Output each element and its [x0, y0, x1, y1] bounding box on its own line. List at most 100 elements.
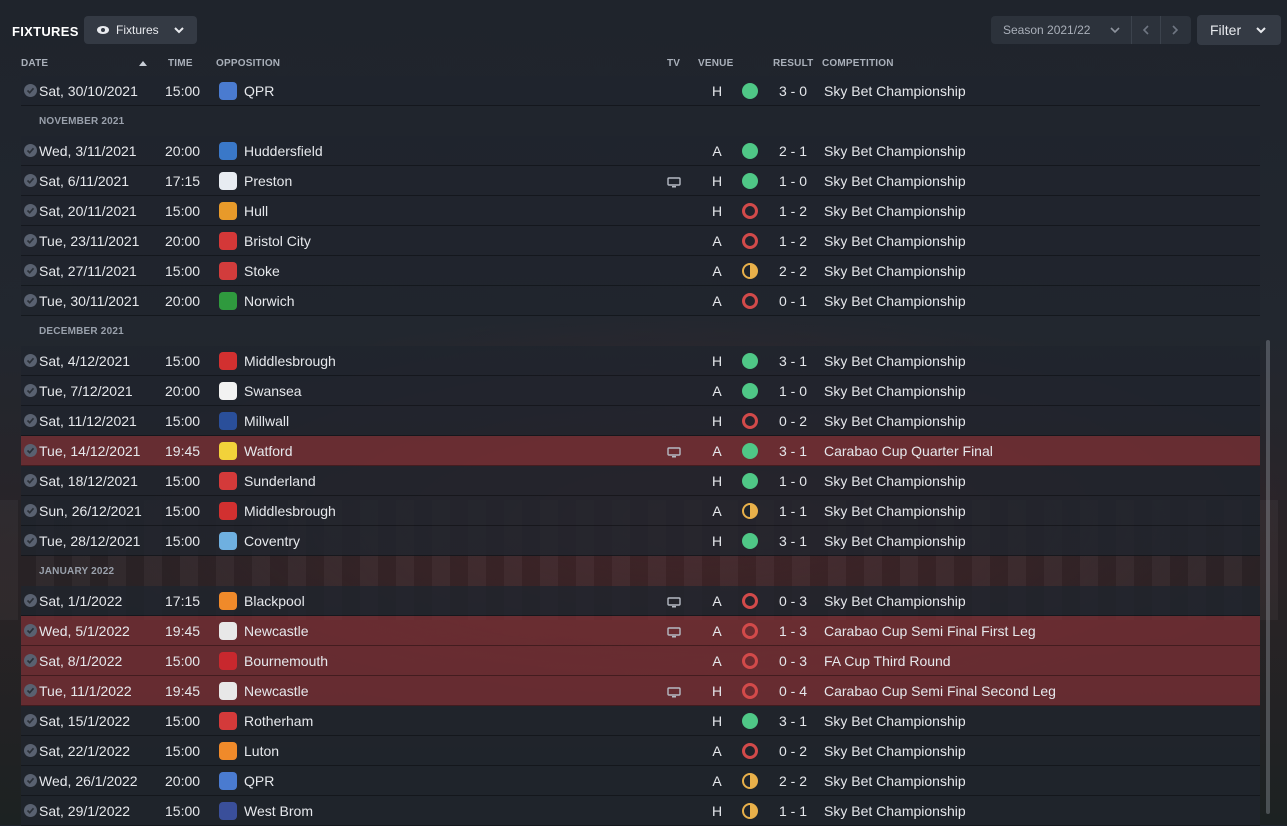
- result-score[interactable]: 1 - 1: [771, 503, 815, 519]
- club-crest-icon[interactable]: [219, 142, 237, 160]
- opposition-link[interactable]: Swansea: [244, 383, 302, 399]
- result-score[interactable]: 3 - 0: [771, 83, 815, 99]
- opposition-link[interactable]: Norwich: [244, 293, 295, 309]
- fixture-row[interactable]: Sat, 11/12/2021 15:00 Millwall H 0 - 2 Sky Be…: [21, 406, 1260, 436]
- opposition-link[interactable]: Rotherham: [244, 713, 313, 729]
- competition-link[interactable]: Carabao Cup Quarter Final: [824, 443, 993, 459]
- fixture-row[interactable]: Sun, 26/12/2021 15:00 Middlesbrough A 1 - 1 S…: [21, 496, 1260, 526]
- club-crest-icon[interactable]: [219, 592, 237, 610]
- competition-link[interactable]: Sky Bet Championship: [824, 83, 966, 99]
- competition-link[interactable]: Sky Bet Championship: [824, 593, 966, 609]
- club-crest-icon[interactable]: [219, 772, 237, 790]
- competition-link[interactable]: Sky Bet Championship: [824, 173, 966, 189]
- opposition-link[interactable]: QPR: [244, 83, 274, 99]
- club-crest-icon[interactable]: [219, 682, 237, 700]
- result-score[interactable]: 1 - 3: [771, 623, 815, 639]
- club-crest-icon[interactable]: [219, 532, 237, 550]
- competition-link[interactable]: Sky Bet Championship: [824, 503, 966, 519]
- opposition-link[interactable]: Luton: [244, 743, 279, 759]
- fixture-row[interactable]: Wed, 26/1/2022 20:00 QPR A 2 - 2 Sky Bet Cham…: [21, 766, 1260, 796]
- opposition-link[interactable]: Millwall: [244, 413, 289, 429]
- club-crest-icon[interactable]: [219, 442, 237, 460]
- club-crest-icon[interactable]: [219, 802, 237, 820]
- result-score[interactable]: 3 - 1: [771, 713, 815, 729]
- club-crest-icon[interactable]: [219, 412, 237, 430]
- opposition-link[interactable]: Middlesbrough: [244, 353, 336, 369]
- opposition-link[interactable]: Bristol City: [244, 233, 311, 249]
- result-score[interactable]: 0 - 2: [771, 413, 815, 429]
- result-score[interactable]: 2 - 2: [771, 773, 815, 789]
- opposition-link[interactable]: Middlesbrough: [244, 503, 336, 519]
- opposition-link[interactable]: Preston: [244, 173, 292, 189]
- opposition-link[interactable]: Huddersfield: [244, 143, 323, 159]
- club-crest-icon[interactable]: [219, 472, 237, 490]
- column-header-date[interactable]: DATE: [21, 58, 48, 69]
- fixture-row[interactable]: Wed, 3/11/2021 20:00 Huddersfield A 2 - 1 Sky…: [21, 136, 1260, 166]
- fixture-row[interactable]: Tue, 23/11/2021 20:00 Bristol City A 1 - 2 Sk…: [21, 226, 1260, 256]
- fixture-row[interactable]: Sat, 27/11/2021 15:00 Stoke A 2 - 2 Sky Bet C…: [21, 256, 1260, 286]
- result-score[interactable]: 3 - 1: [771, 353, 815, 369]
- competition-link[interactable]: Sky Bet Championship: [824, 203, 966, 219]
- club-crest-icon[interactable]: [219, 652, 237, 670]
- column-header-result[interactable]: RESULT: [773, 58, 813, 69]
- competition-link[interactable]: Sky Bet Championship: [824, 803, 966, 819]
- result-score[interactable]: 1 - 0: [771, 383, 815, 399]
- fixture-row[interactable]: Tue, 7/12/2021 20:00 Swansea A 1 - 0 Sky Bet …: [21, 376, 1260, 406]
- competition-link[interactable]: Sky Bet Championship: [824, 143, 966, 159]
- column-header-venue[interactable]: VENUE: [698, 58, 733, 69]
- opposition-link[interactable]: Blackpool: [244, 593, 305, 609]
- fixture-row[interactable]: Sat, 15/1/2022 15:00 Rotherham H 3 - 1 Sky Be…: [21, 706, 1260, 736]
- club-crest-icon[interactable]: [219, 82, 237, 100]
- result-score[interactable]: 1 - 1: [771, 803, 815, 819]
- season-selector[interactable]: Season 2021/22: [991, 16, 1191, 44]
- result-score[interactable]: 2 - 2: [771, 263, 815, 279]
- result-score[interactable]: 0 - 4: [771, 683, 815, 699]
- competition-link[interactable]: Sky Bet Championship: [824, 743, 966, 759]
- club-crest-icon[interactable]: [219, 382, 237, 400]
- competition-link[interactable]: Carabao Cup Semi Final First Leg: [824, 623, 1036, 639]
- view-dropdown[interactable]: Fixtures: [84, 16, 197, 44]
- fixture-row[interactable]: Sat, 29/1/2022 15:00 West Brom H 1 - 1 Sky Be…: [21, 796, 1260, 826]
- result-score[interactable]: 0 - 3: [771, 653, 815, 669]
- club-crest-icon[interactable]: [219, 262, 237, 280]
- column-header-time[interactable]: TIME: [168, 58, 193, 69]
- opposition-link[interactable]: Hull: [244, 203, 268, 219]
- result-score[interactable]: 3 - 1: [771, 443, 815, 459]
- fixture-row[interactable]: Sat, 30/10/2021 15:00 QPR H 3 - 0 Sky Bet Cha…: [21, 76, 1260, 106]
- fixture-row[interactable]: Sat, 18/12/2021 15:00 Sunderland H 1 - 0 Sky …: [21, 466, 1260, 496]
- next-season-button[interactable]: [1160, 16, 1189, 44]
- filter-button[interactable]: Filter: [1197, 15, 1281, 45]
- club-crest-icon[interactable]: [219, 292, 237, 310]
- competition-link[interactable]: Sky Bet Championship: [824, 533, 966, 549]
- club-crest-icon[interactable]: [219, 232, 237, 250]
- opposition-link[interactable]: Watford: [244, 443, 293, 459]
- result-score[interactable]: 3 - 1: [771, 533, 815, 549]
- fixture-row[interactable]: Tue, 28/12/2021 15:00 Coventry H 3 - 1 Sky Be…: [21, 526, 1260, 556]
- column-header-tv[interactable]: TV: [667, 58, 680, 69]
- result-score[interactable]: 0 - 2: [771, 743, 815, 759]
- club-crest-icon[interactable]: [219, 712, 237, 730]
- competition-link[interactable]: Sky Bet Championship: [824, 353, 966, 369]
- opposition-link[interactable]: Stoke: [244, 263, 280, 279]
- result-score[interactable]: 1 - 0: [771, 173, 815, 189]
- fixture-row[interactable]: Tue, 14/12/2021 19:45 Watford A 3 - 1 Carabao…: [21, 436, 1260, 466]
- club-crest-icon[interactable]: [219, 172, 237, 190]
- fixture-row[interactable]: Sat, 6/11/2021 17:15 Preston H 1 - 0 Sky Bet …: [21, 166, 1260, 196]
- club-crest-icon[interactable]: [219, 202, 237, 220]
- fixture-row[interactable]: Tue, 30/11/2021 20:00 Norwich A 0 - 1 Sky Bet…: [21, 286, 1260, 316]
- fixture-row[interactable]: Sat, 22/1/2022 15:00 Luton A 0 - 2 Sky Bet Ch…: [21, 736, 1260, 766]
- fixture-row[interactable]: Sat, 1/1/2022 17:15 Blackpool A 0 - 3 Sky Bet…: [21, 586, 1260, 616]
- result-score[interactable]: 1 - 2: [771, 203, 815, 219]
- result-score[interactable]: 1 - 2: [771, 233, 815, 249]
- competition-link[interactable]: Sky Bet Championship: [824, 713, 966, 729]
- result-score[interactable]: 0 - 1: [771, 293, 815, 309]
- opposition-link[interactable]: Coventry: [244, 533, 300, 549]
- competition-link[interactable]: Sky Bet Championship: [824, 473, 966, 489]
- fixture-row[interactable]: Sat, 20/11/2021 15:00 Hull H 1 - 2 Sky Bet Ch…: [21, 196, 1260, 226]
- column-header-opposition[interactable]: OPPOSITION: [216, 58, 280, 69]
- club-crest-icon[interactable]: [219, 622, 237, 640]
- competition-link[interactable]: Sky Bet Championship: [824, 233, 966, 249]
- opposition-link[interactable]: Bournemouth: [244, 653, 328, 669]
- competition-link[interactable]: Sky Bet Championship: [824, 773, 966, 789]
- fixture-row[interactable]: Sat, 4/12/2021 15:00 Middlesbrough H 3 - 1 Sk…: [21, 346, 1260, 376]
